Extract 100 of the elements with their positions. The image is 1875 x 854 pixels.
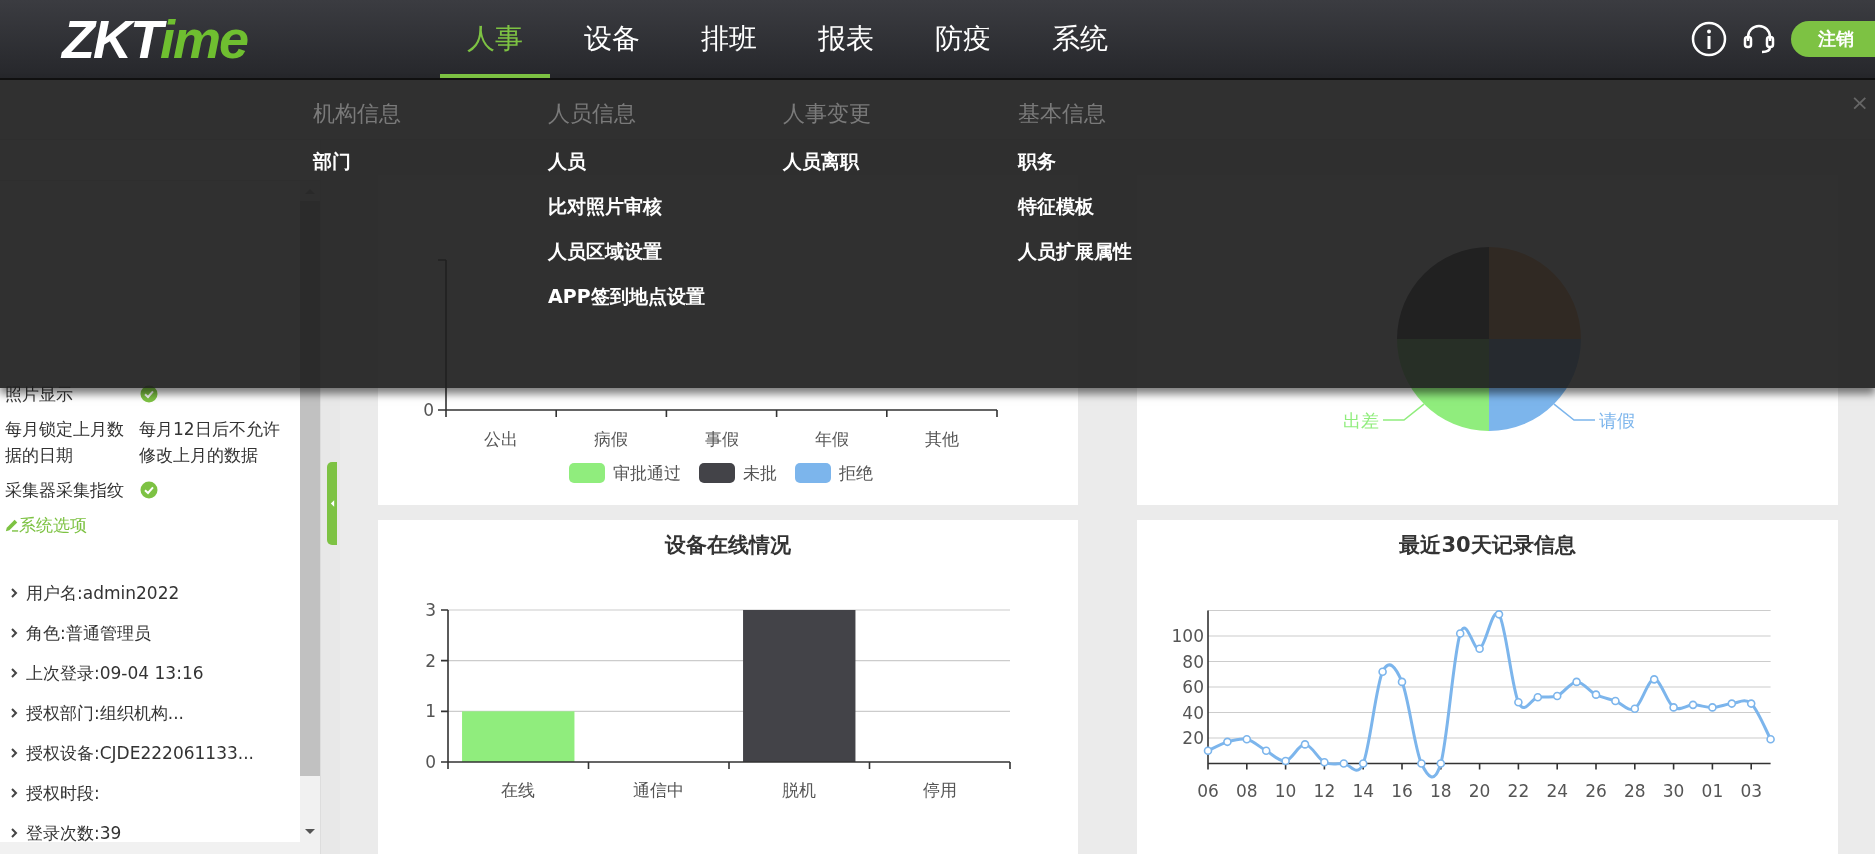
axis-label: 20 bbox=[1182, 728, 1204, 748]
data-point bbox=[1320, 757, 1329, 767]
axis-label: 年假 bbox=[814, 429, 849, 449]
legend-label: 未批 bbox=[743, 463, 777, 483]
axis-label: 10 bbox=[1274, 780, 1297, 801]
axis-label: 脱机 bbox=[782, 780, 817, 800]
data-point bbox=[1514, 698, 1523, 707]
chart-title: 最近30天记录信息 bbox=[1398, 532, 1577, 559]
axis-label: 03 bbox=[1740, 780, 1762, 801]
data-point bbox=[1611, 696, 1620, 706]
axis-label: 0 bbox=[425, 752, 436, 772]
account-info-text: 用户名:admin2022 bbox=[26, 582, 180, 605]
axis-label: 06 bbox=[1197, 780, 1219, 801]
data-point bbox=[1203, 746, 1213, 756]
account-info-text: 授权时段: bbox=[26, 782, 100, 805]
horizontal-scrollbar[interactable] bbox=[0, 842, 320, 854]
menu-heading: 人员信息 bbox=[548, 100, 636, 128]
axis-label: 12 bbox=[1313, 780, 1336, 801]
data-point bbox=[1688, 700, 1698, 710]
info-icon[interactable] bbox=[1691, 21, 1727, 57]
arrow-left-icon bbox=[329, 499, 335, 508]
menu-item[interactable]: 部门 bbox=[313, 139, 351, 184]
chevron-icon bbox=[10, 707, 18, 719]
data-point bbox=[1455, 629, 1465, 638]
chevron-icon bbox=[10, 827, 18, 839]
data-point bbox=[1649, 675, 1659, 684]
menu-heading: 机构信息 bbox=[313, 100, 401, 128]
arrow-down-icon[interactable] bbox=[304, 828, 316, 836]
data-point bbox=[1261, 746, 1271, 756]
menu-item[interactable]: 人员区域设置 bbox=[548, 229, 662, 274]
chevron-icon bbox=[10, 747, 18, 759]
account-info-text: 授权部门:组织机构... bbox=[26, 702, 184, 725]
data-point bbox=[1766, 735, 1775, 744]
axis-label: 16 bbox=[1391, 780, 1413, 801]
axis-label: 公出 bbox=[484, 429, 519, 449]
axis-label: 在线 bbox=[501, 780, 536, 800]
menu-item[interactable]: 人员扩展属性 bbox=[1018, 229, 1132, 274]
data-point bbox=[1242, 735, 1252, 744]
axis-label: 3 bbox=[425, 600, 436, 620]
axis-label: 2 bbox=[425, 650, 436, 671]
axis-label: 18 bbox=[1430, 780, 1452, 801]
data-point bbox=[1417, 759, 1426, 768]
axis-label: 01 bbox=[1701, 780, 1724, 801]
data-point bbox=[1572, 677, 1581, 687]
axis-label: 40 bbox=[1182, 702, 1204, 723]
axis-label: 26 bbox=[1585, 780, 1607, 801]
data-point bbox=[1223, 737, 1232, 747]
axis-label: 0 bbox=[423, 400, 434, 420]
leader-line bbox=[1553, 403, 1596, 421]
slice-label: 请假 bbox=[1599, 410, 1635, 431]
data-point bbox=[1591, 690, 1601, 699]
menu-item[interactable]: 特征模板 bbox=[1018, 184, 1094, 229]
legend-label: 拒绝 bbox=[839, 463, 873, 483]
axis-label: 其他 bbox=[924, 429, 959, 449]
menu-heading: 人事变更 bbox=[783, 100, 871, 128]
data-point bbox=[1358, 759, 1368, 768]
data-point bbox=[1281, 756, 1290, 766]
data-point bbox=[1746, 699, 1756, 708]
axis-label: 22 bbox=[1507, 780, 1530, 801]
data-point bbox=[1300, 740, 1310, 749]
axis-label: 通信中 bbox=[633, 780, 685, 800]
axis-label: 停用 bbox=[922, 780, 957, 800]
data-point bbox=[1708, 703, 1717, 712]
axis-label: 100 bbox=[1171, 626, 1204, 646]
menu-item[interactable]: 比对照片审核 bbox=[548, 184, 662, 229]
data-point bbox=[1727, 699, 1737, 708]
nav-tab[interactable]: 排班 bbox=[674, 0, 784, 78]
data-point bbox=[1494, 610, 1504, 619]
menu-item[interactable]: 人员离职 bbox=[783, 139, 859, 184]
menu-item[interactable]: 人员 bbox=[548, 139, 586, 184]
axis-label: 20 bbox=[1468, 780, 1491, 801]
data-point bbox=[1339, 759, 1349, 768]
data-point bbox=[1436, 759, 1446, 768]
data-point bbox=[1630, 704, 1640, 713]
menu-item[interactable]: 职务 bbox=[1018, 139, 1056, 184]
chart-title: 设备在线情况 bbox=[663, 532, 792, 559]
account-info-text: 角色:普通管理员 bbox=[26, 622, 151, 645]
option-label: 照片显示 bbox=[5, 383, 74, 406]
account-info-text: 登录次数:39 bbox=[26, 822, 122, 842]
nav-tab[interactable]: 防疫 bbox=[908, 0, 1018, 78]
nav-tab[interactable]: 设备 bbox=[557, 0, 667, 78]
logo: ZKTime bbox=[62, 12, 249, 66]
data-point bbox=[1475, 644, 1484, 654]
splitter-handle[interactable] bbox=[327, 462, 337, 545]
axis-label: 24 bbox=[1546, 780, 1568, 801]
data-point bbox=[1378, 667, 1387, 676]
chevron-icon bbox=[10, 587, 18, 599]
axis-label: 30 bbox=[1662, 780, 1685, 801]
axis-label: 14 bbox=[1352, 780, 1374, 801]
nav-tab[interactable]: 系统 bbox=[1025, 0, 1135, 78]
menu-item[interactable]: APP签到地点设置 bbox=[548, 274, 705, 319]
axis-label: 事假 bbox=[704, 429, 739, 449]
axis-label: 1 bbox=[425, 701, 436, 722]
slice-label: 出差 bbox=[1343, 410, 1379, 431]
chevron-icon bbox=[10, 787, 18, 799]
menu-heading: 基本信息 bbox=[1018, 100, 1106, 128]
nav-tab[interactable]: 报表 bbox=[791, 0, 901, 78]
chevron-icon bbox=[10, 667, 18, 679]
axis-label: 08 bbox=[1236, 780, 1258, 801]
axis-label: 病假 bbox=[594, 429, 629, 449]
